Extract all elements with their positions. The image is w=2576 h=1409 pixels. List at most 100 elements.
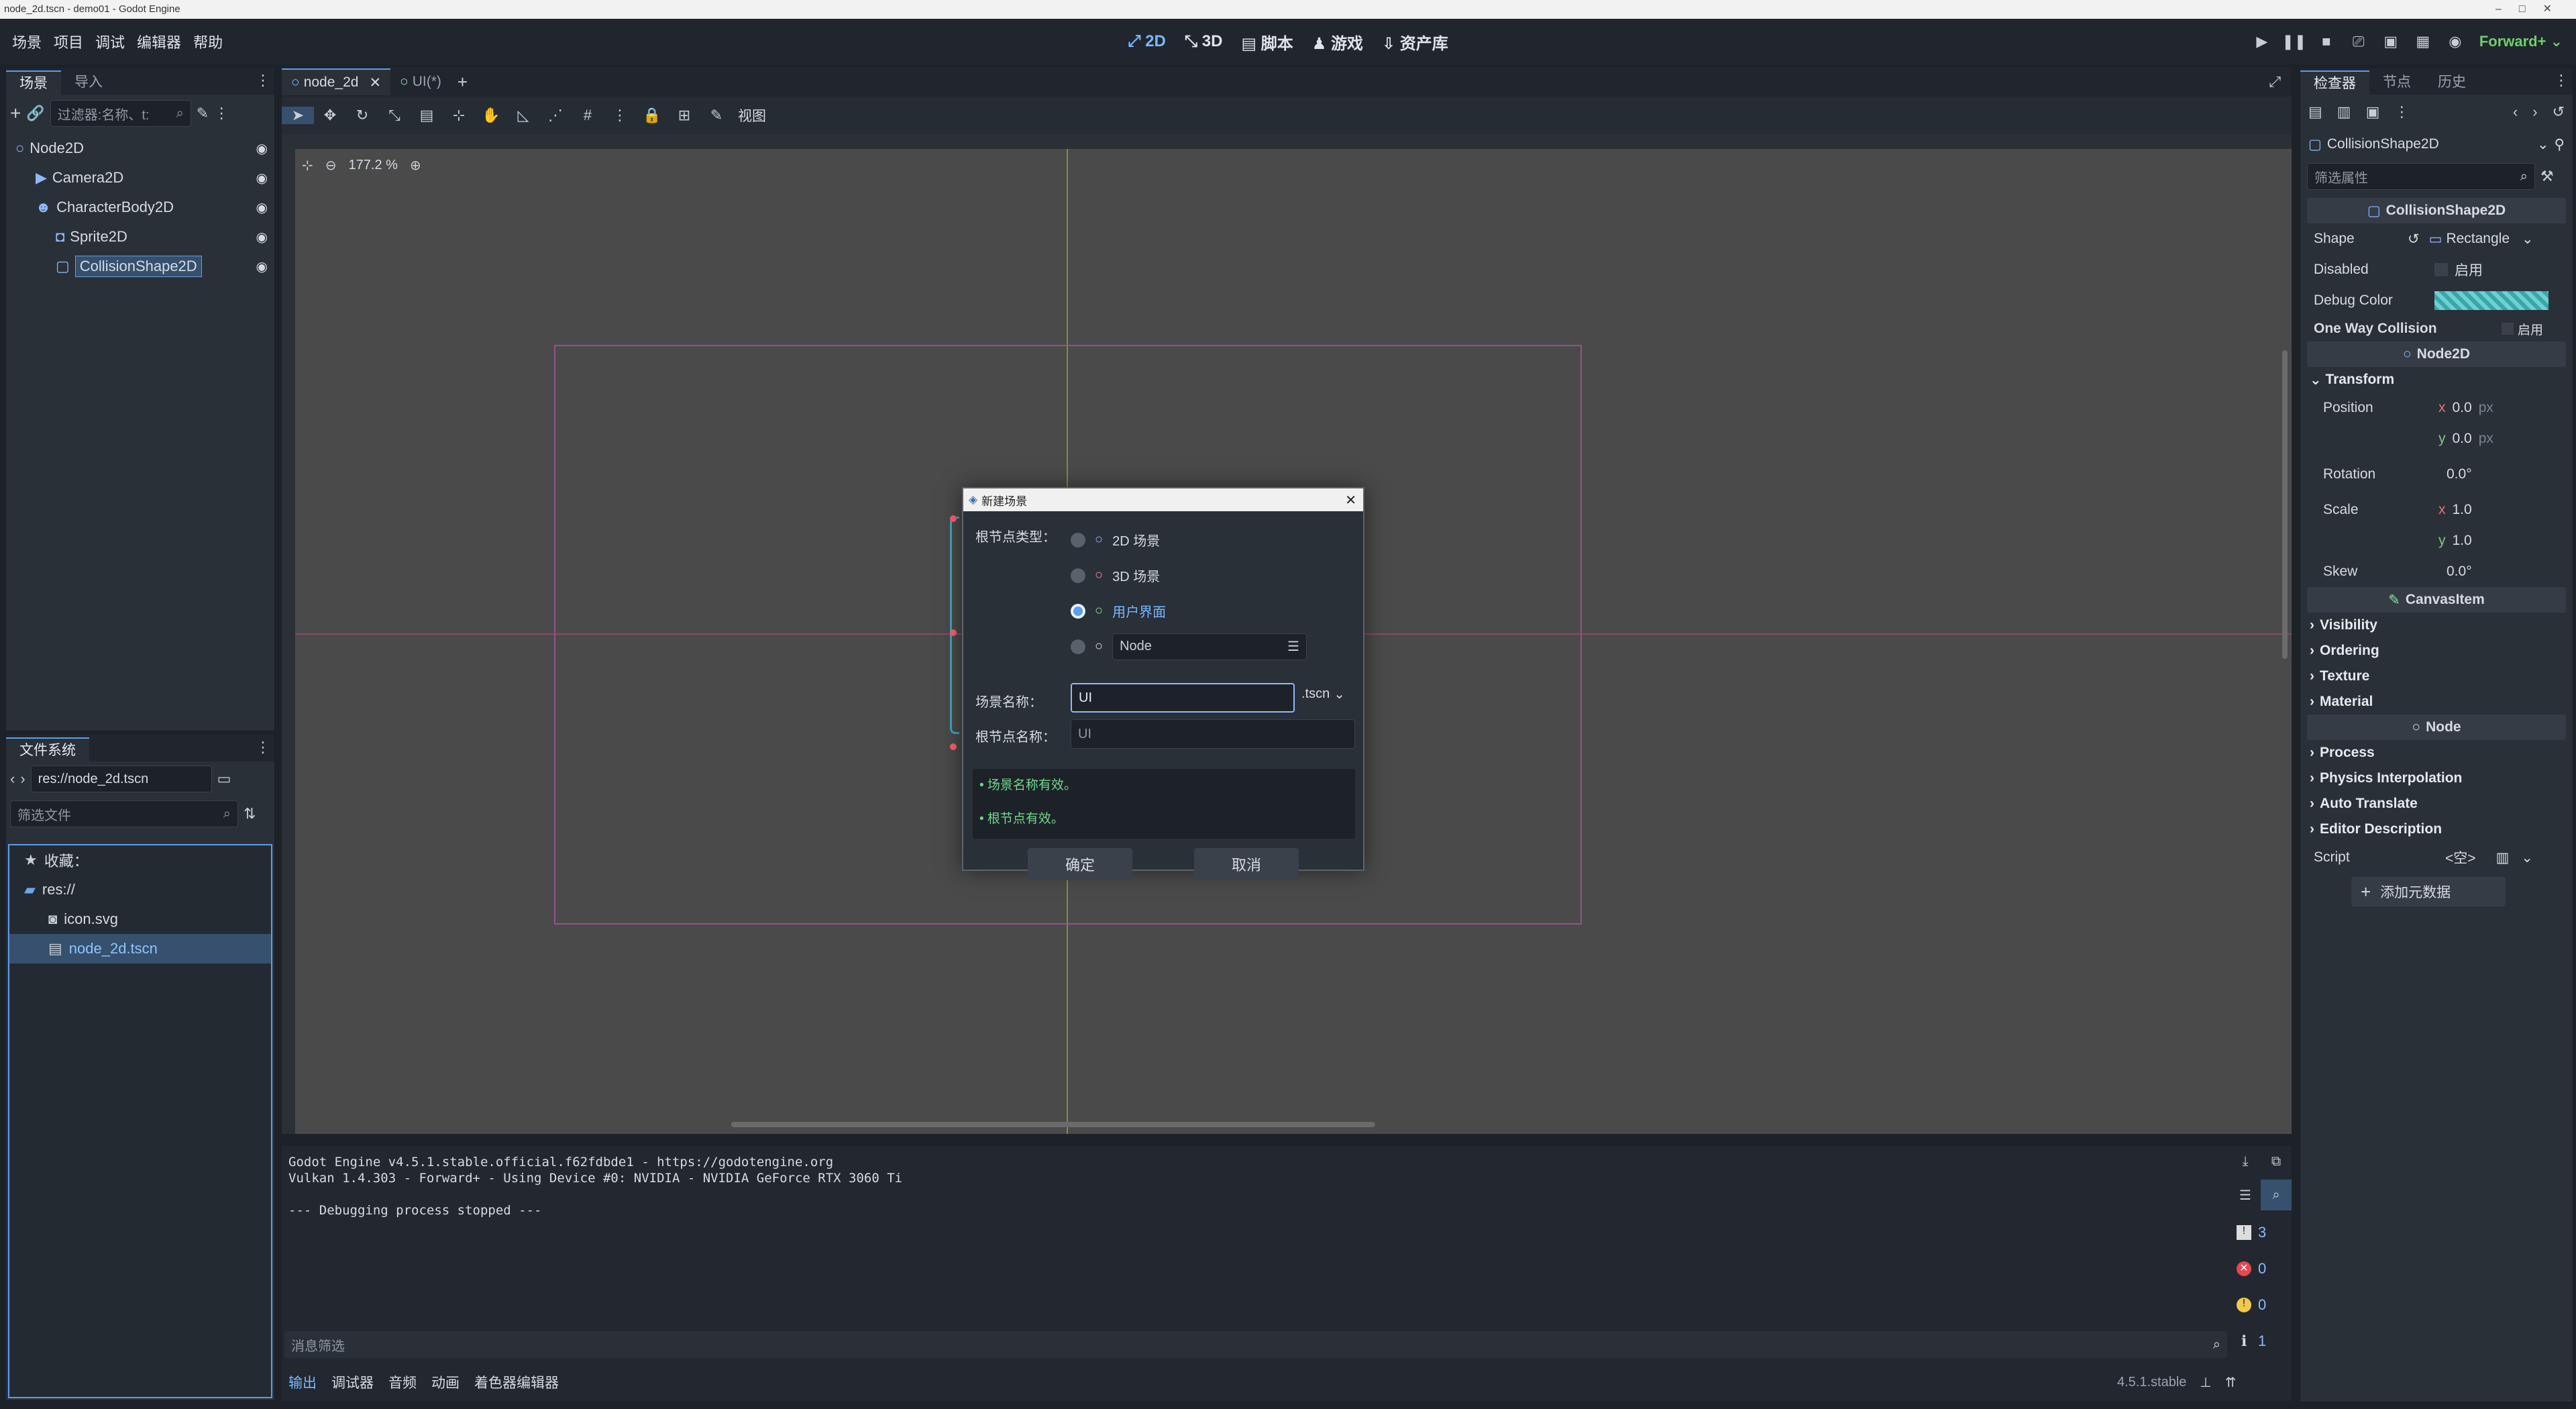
close-icon[interactable]: ✕ [1345, 492, 1356, 509]
scene-name-input[interactable]: UI [1071, 683, 1295, 713]
section-transform[interactable]: ⌄ Transform [2300, 367, 2573, 393]
visibility-icon[interactable]: ◉ [256, 170, 268, 187]
workspace-2d[interactable]: ⤢ 2D [1128, 32, 1166, 51]
script-value[interactable]: <空> ▥ ⌄ [2445, 847, 2533, 868]
lock-icon[interactable]: 🔒 [636, 107, 668, 124]
close-icon[interactable]: ✕ [369, 74, 381, 91]
object-selector[interactable]: ▢ CollisionShape2D ⌄ ⚲ [2300, 129, 2573, 159]
errors-toggle[interactable]: ✕ 0 [2230, 1252, 2266, 1286]
tab-node[interactable]: 节点 [2369, 70, 2424, 95]
inspector-section[interactable]: › Texture [2300, 664, 2573, 689]
pause-icon[interactable]: ❚❚ [2278, 33, 2310, 50]
renderer-select[interactable]: Forward+ ⌄ [2479, 33, 2563, 50]
sort-icon[interactable]: ⇅ [244, 805, 256, 823]
movie-icon[interactable]: ◉ [2439, 33, 2471, 50]
fs-item[interactable]: ▤ node_2d.tscn [9, 934, 271, 963]
collision-handle[interactable] [950, 629, 957, 636]
zoom-in-icon[interactable]: ⊕ [410, 157, 421, 174]
doc-icon[interactable]: ⚲ [2555, 136, 2565, 153]
clear-icon[interactable]: ⤓ [2230, 1146, 2261, 1177]
back-icon[interactable]: ‹ [10, 770, 15, 788]
cancel-button[interactable]: 取消 [1194, 848, 1299, 880]
radio-icon[interactable] [1071, 568, 1085, 583]
tree-node[interactable]: ▢ CollisionShape2D ◉ [6, 252, 274, 281]
radio-icon[interactable] [1071, 603, 1085, 619]
selectable-tool-icon[interactable]: ▤ [411, 107, 443, 124]
scene-filter-input[interactable]: 过滤器:名称、t: ⌕ [50, 100, 191, 127]
radio-icon[interactable] [1071, 639, 1085, 654]
inspector-section[interactable]: › Visibility [2300, 613, 2573, 638]
h-scrollbar[interactable] [731, 1122, 1375, 1127]
collapse-icon[interactable]: ☰ [2230, 1180, 2261, 1210]
extension-select[interactable]: .tscn ⌄ [1301, 686, 1345, 702]
fs-item[interactable]: ▰ res:// [9, 875, 271, 904]
ok-button[interactable]: 确定 [1028, 848, 1132, 880]
workspace-game[interactable]: ♟ 游戏 [1312, 30, 1363, 54]
script-attach-icon[interactable]: ✎ [197, 105, 209, 122]
select-tool-icon[interactable]: ➤ [282, 107, 314, 124]
add-node-icon[interactable]: + [10, 103, 21, 124]
visibility-icon[interactable]: ◉ [256, 140, 268, 157]
menu-scene[interactable]: 场景 [12, 31, 42, 52]
inspector-section[interactable]: › Material [2300, 689, 2573, 715]
back-icon[interactable]: ‹ [2513, 103, 2518, 121]
tools-icon[interactable]: ⚒ [2540, 168, 2554, 185]
inspector-section[interactable]: › Ordering [2300, 638, 2573, 664]
property-filter-input[interactable]: 筛选属性 ⌕ [2307, 163, 2535, 190]
rotation-slider[interactable]: 0.0 ° [2447, 466, 2472, 482]
ruler-tool-icon[interactable]: ◺ [507, 107, 539, 124]
workspace-3d[interactable]: ⤡ 3D [1185, 32, 1223, 51]
copy-icon[interactable]: ⧉ [2261, 1146, 2292, 1177]
bottom-tab[interactable]: 输出 [288, 1372, 317, 1392]
tree-node[interactable]: ○ Node2D ◉ [6, 134, 274, 163]
visibility-icon[interactable]: ◉ [256, 199, 268, 216]
add-tab-icon[interactable]: + [458, 72, 468, 93]
expand-icon[interactable]: ⇈ [2225, 1374, 2237, 1391]
distraction-free-icon[interactable]: ⤢ [2269, 73, 2281, 91]
debug-color-swatch[interactable] [2434, 291, 2548, 310]
folder-icon[interactable]: ▥ [2496, 849, 2510, 866]
dock-menu-icon[interactable]: ⋮ [256, 72, 270, 89]
one-way-checkbox[interactable]: 启用 [2502, 320, 2543, 338]
fs-path-input[interactable]: res://node_2d.tscn [30, 766, 212, 792]
collision-shape[interactable] [950, 517, 959, 734]
save-icon[interactable]: ▣ [2366, 103, 2380, 121]
add-metadata-button[interactable]: + 添加元数据 [2351, 877, 2506, 906]
info-toggle[interactable]: ℹ1 [2230, 1324, 2266, 1358]
root-type-option[interactable]: ○ 用户界面 [1071, 593, 1352, 629]
menu-debug[interactable]: 调试 [95, 31, 125, 52]
tab-history[interactable]: 历史 [2424, 70, 2479, 95]
forward-icon[interactable]: › [20, 770, 25, 788]
tree-node[interactable]: ◘ Sprite2D ◉ [6, 222, 274, 252]
inspector-section[interactable]: › Auto Translate [2300, 791, 2573, 817]
skew-slider[interactable]: 0.0 ° [2447, 564, 2472, 580]
tab-scene[interactable]: 场景 [6, 70, 61, 95]
inspector-section[interactable]: › Editor Description [2300, 817, 2573, 842]
scale-y-field[interactable]: y 1.0 [2438, 533, 2472, 549]
open-icon[interactable]: ▥ [2337, 103, 2351, 121]
collision-handle[interactable] [950, 515, 957, 522]
rotate-tool-icon[interactable]: ↻ [346, 107, 378, 124]
workspace-assetlib[interactable]: ⇩ 资产库 [1382, 30, 1448, 54]
fs-filter-input[interactable]: 筛选文件 ⌕ [10, 800, 238, 827]
position-x-field[interactable]: x 0.0 px [2438, 400, 2493, 416]
tree-node[interactable]: ☻ CharacterBody2D ◉ [6, 193, 274, 222]
collision-handle[interactable] [950, 743, 957, 750]
scene-menu-icon[interactable]: ⋮ [214, 105, 229, 122]
custom-node-field[interactable]: Node ☰ [1112, 633, 1307, 660]
fs-item[interactable]: ★ 收藏： [9, 845, 271, 875]
warnings-toggle[interactable]: ! 0 [2230, 1288, 2266, 1322]
disabled-checkbox[interactable]: 启用 [2434, 260, 2483, 280]
bottom-tab[interactable]: 音频 [388, 1372, 417, 1392]
tab-node-2d[interactable]: ○ node_2d ✕ [282, 68, 391, 95]
link-icon[interactable]: 🔗 [26, 105, 44, 122]
view-menu[interactable]: 视图 [738, 105, 766, 125]
reset-icon[interactable]: ↺ [2408, 231, 2420, 248]
inspector-section[interactable]: › Process [2300, 740, 2573, 766]
grid-snap-icon[interactable]: # [572, 107, 604, 124]
root-type-option[interactable]: ○ Node ☰ [1071, 629, 1352, 664]
pivot-tool-icon[interactable]: ⊹ [443, 107, 475, 124]
smart-snap-icon[interactable]: ⋰ [539, 107, 572, 124]
visibility-icon[interactable]: ◉ [256, 258, 268, 275]
skeleton-icon[interactable]: ✎ [700, 107, 733, 124]
